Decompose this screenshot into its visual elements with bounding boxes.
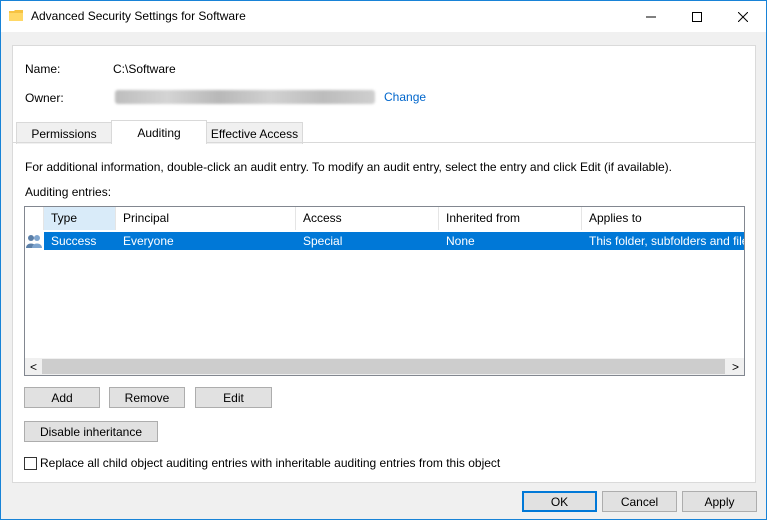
- tab-effective-access[interactable]: Effective Access: [206, 122, 303, 144]
- table-row[interactable]: Success Everyone Special None This folde…: [44, 232, 744, 250]
- list-header: Type Principal Access Inherited from App…: [25, 207, 744, 230]
- edit-button[interactable]: Edit: [195, 387, 272, 408]
- row-type: Success: [51, 234, 97, 248]
- tab-permissions[interactable]: Permissions: [16, 122, 112, 144]
- row-inherited-from: None: [446, 234, 475, 248]
- column-access[interactable]: Access: [296, 207, 439, 230]
- add-button[interactable]: Add: [24, 387, 100, 408]
- window-title: Advanced Security Settings for Software: [31, 9, 246, 23]
- folder-icon: [9, 9, 23, 21]
- title-bar[interactable]: Advanced Security Settings for Software: [1, 1, 766, 32]
- close-button[interactable]: [720, 1, 766, 32]
- scroll-left-button[interactable]: <: [25, 358, 42, 375]
- remove-button[interactable]: Remove: [109, 387, 185, 408]
- column-applies-to[interactable]: Applies to: [582, 207, 744, 230]
- column-type[interactable]: Type: [44, 207, 116, 230]
- name-label: Name:: [25, 62, 61, 76]
- minimize-button[interactable]: [628, 1, 674, 32]
- main-panel: Name: C:\Software Owner: Change Permissi…: [12, 45, 756, 483]
- horizontal-scrollbar[interactable]: < >: [25, 358, 744, 375]
- column-inherited-from[interactable]: Inherited from: [439, 207, 582, 230]
- apply-button[interactable]: Apply: [682, 491, 757, 512]
- header-spacer: [25, 207, 44, 230]
- column-principal[interactable]: Principal: [116, 207, 296, 230]
- cancel-button[interactable]: Cancel: [602, 491, 677, 512]
- row-access: Special: [303, 234, 343, 248]
- chevron-left-icon: <: [29, 359, 37, 374]
- maximize-icon: [692, 11, 702, 22]
- minimize-icon: [646, 12, 656, 22]
- scrollbar-thumb[interactable]: [42, 359, 725, 374]
- owner-label: Owner:: [25, 91, 64, 105]
- users-icon: [26, 233, 42, 249]
- scroll-right-button[interactable]: >: [727, 358, 744, 375]
- maximize-button[interactable]: [674, 1, 720, 32]
- close-icon: [738, 11, 748, 22]
- name-value: C:\Software: [113, 62, 176, 76]
- replace-child-entries-label: Replace all child object auditing entrie…: [40, 456, 501, 470]
- owner-value-redacted: [115, 90, 375, 104]
- replace-child-entries-checkbox[interactable]: [24, 457, 37, 470]
- ok-button[interactable]: OK: [522, 491, 597, 512]
- change-owner-link[interactable]: Change: [384, 90, 426, 104]
- row-principal: Everyone: [123, 234, 174, 248]
- row-applies-to: This folder, subfolders and files: [589, 234, 744, 248]
- chevron-right-icon: >: [731, 359, 739, 374]
- security-settings-window: Advanced Security Settings for Software …: [0, 0, 767, 520]
- auditing-entries-list[interactable]: Type Principal Access Inherited from App…: [24, 206, 745, 376]
- tab-auditing[interactable]: Auditing: [111, 120, 207, 144]
- info-text: For additional information, double-click…: [25, 160, 672, 174]
- disable-inheritance-button[interactable]: Disable inheritance: [24, 421, 158, 442]
- auditing-entries-label: Auditing entries:: [25, 185, 112, 199]
